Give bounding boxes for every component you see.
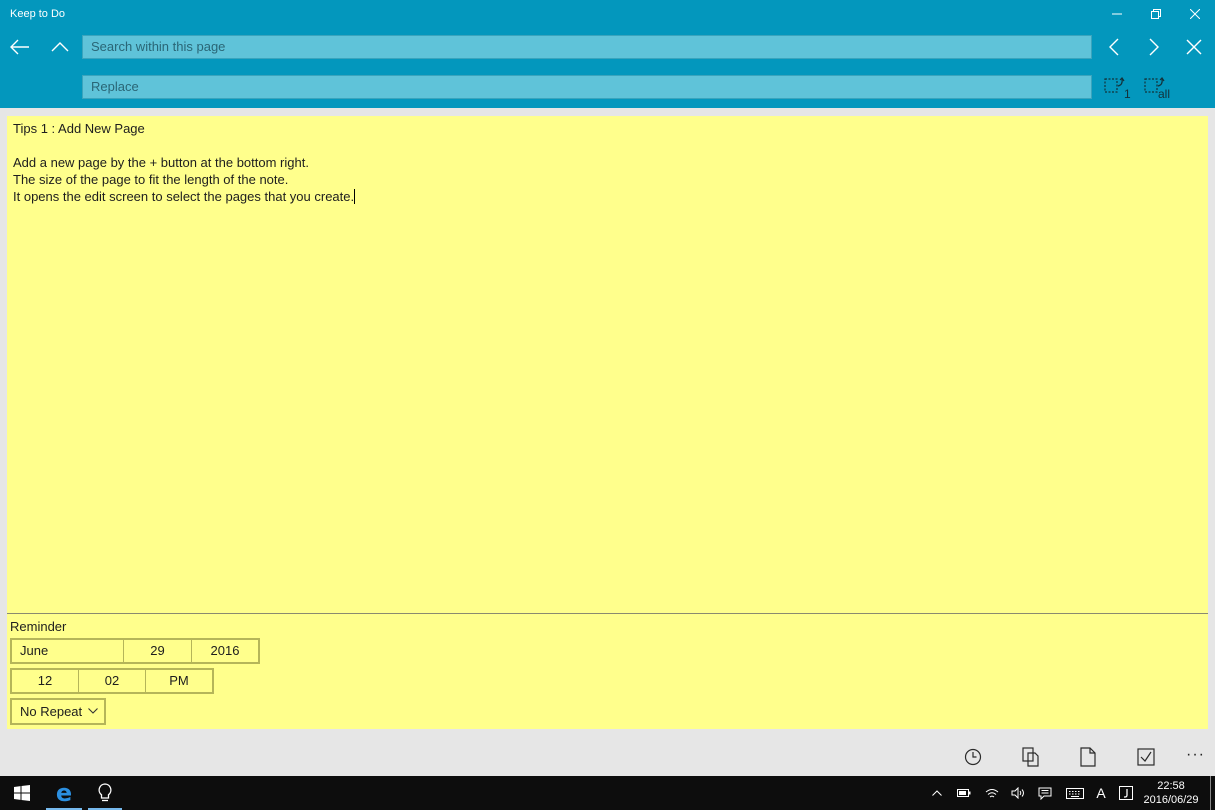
clock-icon bbox=[964, 748, 982, 766]
note-editor[interactable]: Tips 1 : Add New Page Add a new page by … bbox=[7, 116, 1208, 613]
repeat-value: No Repeat bbox=[20, 704, 83, 719]
replace-one-button[interactable]: 1 bbox=[1104, 76, 1131, 104]
find-next-button[interactable] bbox=[1138, 31, 1170, 63]
copy-page-button[interactable] bbox=[1017, 744, 1045, 770]
windows-logo-icon bbox=[14, 785, 30, 801]
battery-button[interactable] bbox=[954, 776, 974, 810]
time-picker[interactable]: 12 02 PM bbox=[10, 668, 214, 694]
input-indicator-label: A bbox=[1096, 785, 1106, 801]
edge-icon: e bbox=[55, 779, 73, 807]
start-button[interactable] bbox=[0, 776, 44, 810]
close-icon bbox=[1190, 9, 1200, 19]
replace-all-subscript: all bbox=[1158, 87, 1171, 101]
find-previous-button[interactable] bbox=[1098, 31, 1130, 63]
hour-field[interactable]: 12 bbox=[12, 670, 79, 692]
keyboard-icon bbox=[1066, 787, 1084, 799]
battery-icon bbox=[957, 789, 971, 797]
search-input[interactable] bbox=[91, 36, 1083, 58]
search-input-box[interactable] bbox=[82, 35, 1092, 59]
minimize-icon bbox=[1112, 13, 1122, 15]
touch-keyboard-button[interactable] bbox=[1064, 776, 1086, 810]
reminder-button[interactable] bbox=[959, 744, 987, 770]
minute-field[interactable]: 02 bbox=[79, 670, 146, 692]
clock-date: 2016/06/29 bbox=[1143, 794, 1199, 806]
clock-time: 22:58 bbox=[1157, 780, 1185, 792]
chevron-down-icon bbox=[88, 708, 98, 714]
replace-one-subscript: 1 bbox=[1124, 87, 1131, 101]
reminder-label: Reminder bbox=[10, 619, 67, 634]
year-field[interactable]: 2016 bbox=[192, 640, 258, 662]
note-text[interactable]: Tips 1 : Add New Page Add a new page by … bbox=[13, 120, 356, 205]
text-caret bbox=[354, 189, 356, 204]
reminder-panel: Reminder June 29 2016 12 02 PM No Repeat bbox=[7, 614, 1208, 729]
chevron-up-icon bbox=[51, 42, 69, 52]
more-button[interactable]: ··· bbox=[1186, 746, 1205, 764]
ampm-field[interactable]: PM bbox=[146, 670, 212, 692]
lightbulb-icon bbox=[98, 783, 112, 802]
repeat-dropdown[interactable]: No Repeat bbox=[10, 698, 106, 725]
replace-all-button[interactable]: all bbox=[1144, 76, 1170, 104]
back-arrow-icon bbox=[10, 39, 29, 55]
notification-icon bbox=[1038, 787, 1052, 800]
new-page-button[interactable] bbox=[1074, 744, 1102, 770]
close-window-button[interactable] bbox=[1175, 0, 1215, 28]
wifi-icon bbox=[985, 789, 999, 798]
day-field[interactable]: 29 bbox=[124, 640, 192, 662]
restore-icon bbox=[1151, 9, 1161, 19]
page-icon bbox=[1080, 747, 1096, 767]
title-bar[interactable]: Keep to Do bbox=[0, 0, 1215, 28]
copy-icon bbox=[1022, 747, 1039, 767]
ime-mode-button[interactable] bbox=[1116, 776, 1136, 810]
volume-button[interactable] bbox=[1008, 776, 1028, 810]
input-indicator-button[interactable]: A bbox=[1092, 776, 1110, 810]
close-icon bbox=[1186, 39, 1202, 55]
date-picker[interactable]: June 29 2016 bbox=[10, 638, 260, 664]
taskbar-clock[interactable]: 22:58 2016/06/29 bbox=[1140, 779, 1202, 807]
note-line: Tips 1 : Add New Page bbox=[13, 121, 145, 136]
note-line-last: It opens the edit screen to select the p… bbox=[13, 188, 356, 205]
restore-button[interactable] bbox=[1136, 0, 1176, 28]
month-field[interactable]: June bbox=[12, 640, 124, 662]
taskbar: e A 22:58 2016/06/29 bbox=[0, 776, 1215, 810]
done-button[interactable] bbox=[1132, 744, 1160, 770]
chevron-up-icon bbox=[932, 790, 942, 796]
note-line bbox=[13, 137, 355, 154]
action-center-button[interactable] bbox=[1034, 776, 1056, 810]
keep-to-do-taskbar-button[interactable] bbox=[86, 776, 124, 810]
minimize-button[interactable] bbox=[1097, 0, 1137, 28]
ime-icon bbox=[1119, 786, 1133, 800]
replace-input[interactable] bbox=[91, 76, 1083, 98]
show-hidden-icons-button[interactable] bbox=[928, 776, 946, 810]
collapse-button[interactable] bbox=[44, 31, 76, 63]
close-search-button[interactable] bbox=[1178, 31, 1210, 63]
replace-icon bbox=[1104, 77, 1125, 93]
replace-input-box[interactable] bbox=[82, 75, 1092, 99]
chevron-left-icon bbox=[1109, 38, 1119, 56]
window-title: Keep to Do bbox=[10, 8, 66, 20]
edge-taskbar-button[interactable]: e bbox=[44, 776, 84, 810]
note-line: Add a new page by the + button at the bo… bbox=[13, 155, 309, 170]
show-desktop-button[interactable] bbox=[1210, 776, 1211, 810]
network-button[interactable] bbox=[982, 776, 1002, 810]
chevron-right-icon bbox=[1149, 38, 1159, 56]
speaker-icon bbox=[1011, 787, 1024, 799]
note-line: It opens the edit screen to select the p… bbox=[13, 189, 355, 204]
bottom-app-bar: ··· bbox=[0, 736, 1215, 776]
back-button[interactable] bbox=[4, 31, 36, 63]
note-line: The size of the page to fit the length o… bbox=[13, 172, 289, 187]
checkbox-icon bbox=[1137, 748, 1155, 766]
app-header: Keep to Do 1 bbox=[0, 0, 1215, 108]
